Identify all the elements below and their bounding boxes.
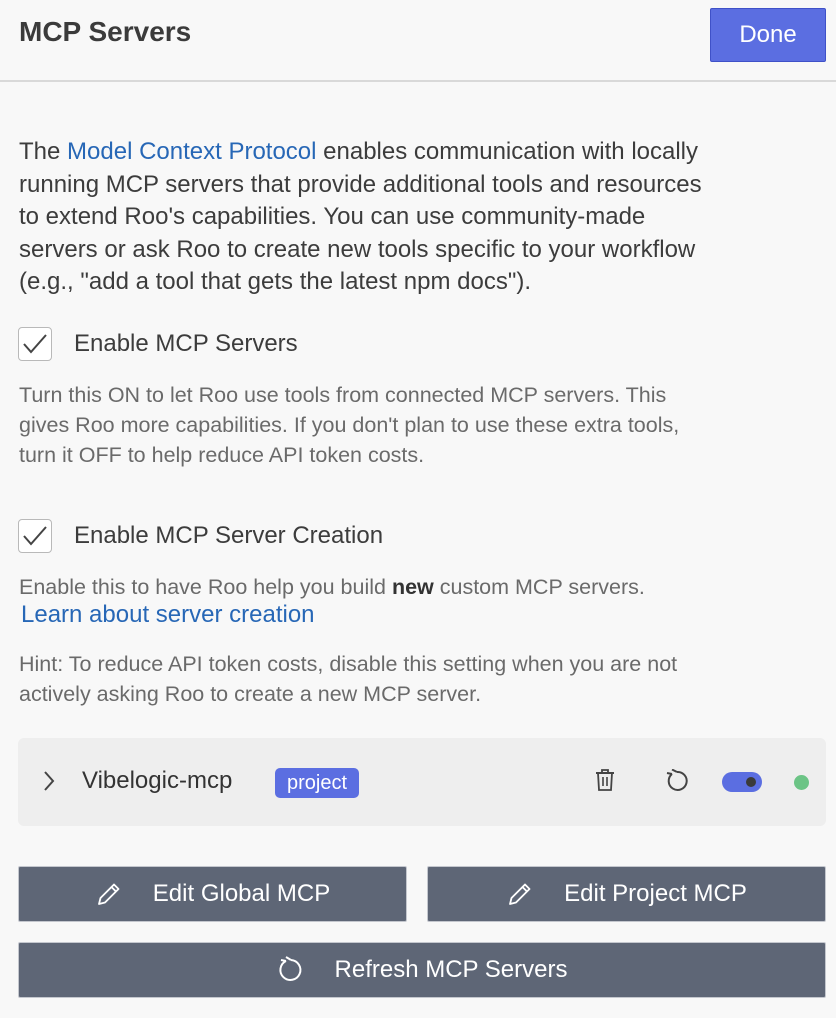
edit-global-mcp-button[interactable]: Edit Global MCP bbox=[18, 866, 407, 922]
intro-line1-rest: enables communication with locally bbox=[316, 138, 699, 165]
enable-server-creation-checkbox[interactable] bbox=[18, 519, 52, 553]
edit-global-mcp-label: Edit Global MCP bbox=[152, 880, 331, 907]
desc-line: Turn this ON to let Roo use tools from c… bbox=[19, 383, 667, 407]
restart-icon[interactable] bbox=[665, 768, 689, 798]
edit-project-mcp-label: Edit Project MCP bbox=[564, 880, 747, 907]
creation-hint: Hint: To reduce API token costs, disable… bbox=[19, 649, 824, 709]
server-status-indicator bbox=[794, 775, 809, 790]
toggle-knob bbox=[746, 777, 756, 787]
desc-line: gives Roo more capabilities. If you don'… bbox=[19, 413, 680, 437]
enable-mcp-servers-row[interactable]: Enable MCP Servers bbox=[18, 327, 298, 361]
server-card[interactable]: Vibelogic-mcp project bbox=[18, 738, 826, 826]
hint-line: Hint: To reduce API token costs, disable… bbox=[19, 652, 678, 676]
creation-desc-suffix: custom MCP servers. bbox=[433, 575, 645, 599]
intro-line3: to extend Roo's capabilities. You can us… bbox=[19, 203, 646, 230]
creation-desc-bold: new bbox=[391, 575, 434, 599]
intro-text: The Model Context Protocol enables commu… bbox=[19, 136, 819, 299]
model-context-protocol-link[interactable]: Model Context Protocol bbox=[67, 138, 316, 165]
done-button[interactable]: Done bbox=[710, 8, 826, 62]
learn-server-creation-link[interactable]: Learn about server creation bbox=[21, 601, 315, 629]
edit-project-mcp-button[interactable]: Edit Project MCP bbox=[427, 866, 826, 922]
server-name: Vibelogic-mcp bbox=[82, 767, 233, 794]
enable-server-creation-description: Enable this to have Roo help you build n… bbox=[19, 572, 824, 602]
refresh-mcp-servers-button[interactable]: Refresh MCP Servers bbox=[18, 942, 826, 998]
enable-mcp-servers-label: Enable MCP Servers bbox=[74, 330, 298, 357]
chevron-right-icon[interactable] bbox=[42, 770, 56, 797]
pencil-icon bbox=[95, 880, 123, 908]
intro-line2: running MCP servers that provide additio… bbox=[19, 170, 702, 198]
refresh-icon bbox=[277, 956, 305, 984]
server-enabled-toggle[interactable] bbox=[722, 772, 762, 792]
enable-server-creation-label: Enable MCP Server Creation bbox=[74, 522, 384, 549]
header: MCP Servers Done bbox=[0, 0, 836, 82]
check-icon bbox=[23, 526, 47, 546]
pencil-icon bbox=[506, 880, 534, 908]
intro-prefix: The bbox=[19, 138, 68, 165]
hint-line: actively asking Roo to create a new MCP … bbox=[19, 682, 482, 706]
enable-server-creation-row[interactable]: Enable MCP Server Creation bbox=[18, 519, 383, 553]
enable-mcp-servers-description: Turn this ON to let Roo use tools from c… bbox=[19, 380, 824, 470]
page-title: MCP Servers bbox=[19, 16, 192, 47]
refresh-mcp-servers-label: Refresh MCP Servers bbox=[334, 956, 568, 983]
server-scope-badge: project bbox=[275, 768, 360, 798]
creation-desc-prefix: Enable this to have Roo help you build bbox=[19, 575, 392, 599]
intro-line5: (e.g., "add a tool that gets the latest … bbox=[19, 268, 531, 295]
check-icon bbox=[23, 334, 47, 354]
enable-mcp-servers-checkbox[interactable] bbox=[18, 327, 52, 361]
trash-icon[interactable] bbox=[595, 768, 615, 797]
intro-line4: servers or ask Roo to create new tools s… bbox=[19, 235, 696, 263]
desc-line: turn it OFF to help reduce API token cos… bbox=[19, 443, 425, 467]
